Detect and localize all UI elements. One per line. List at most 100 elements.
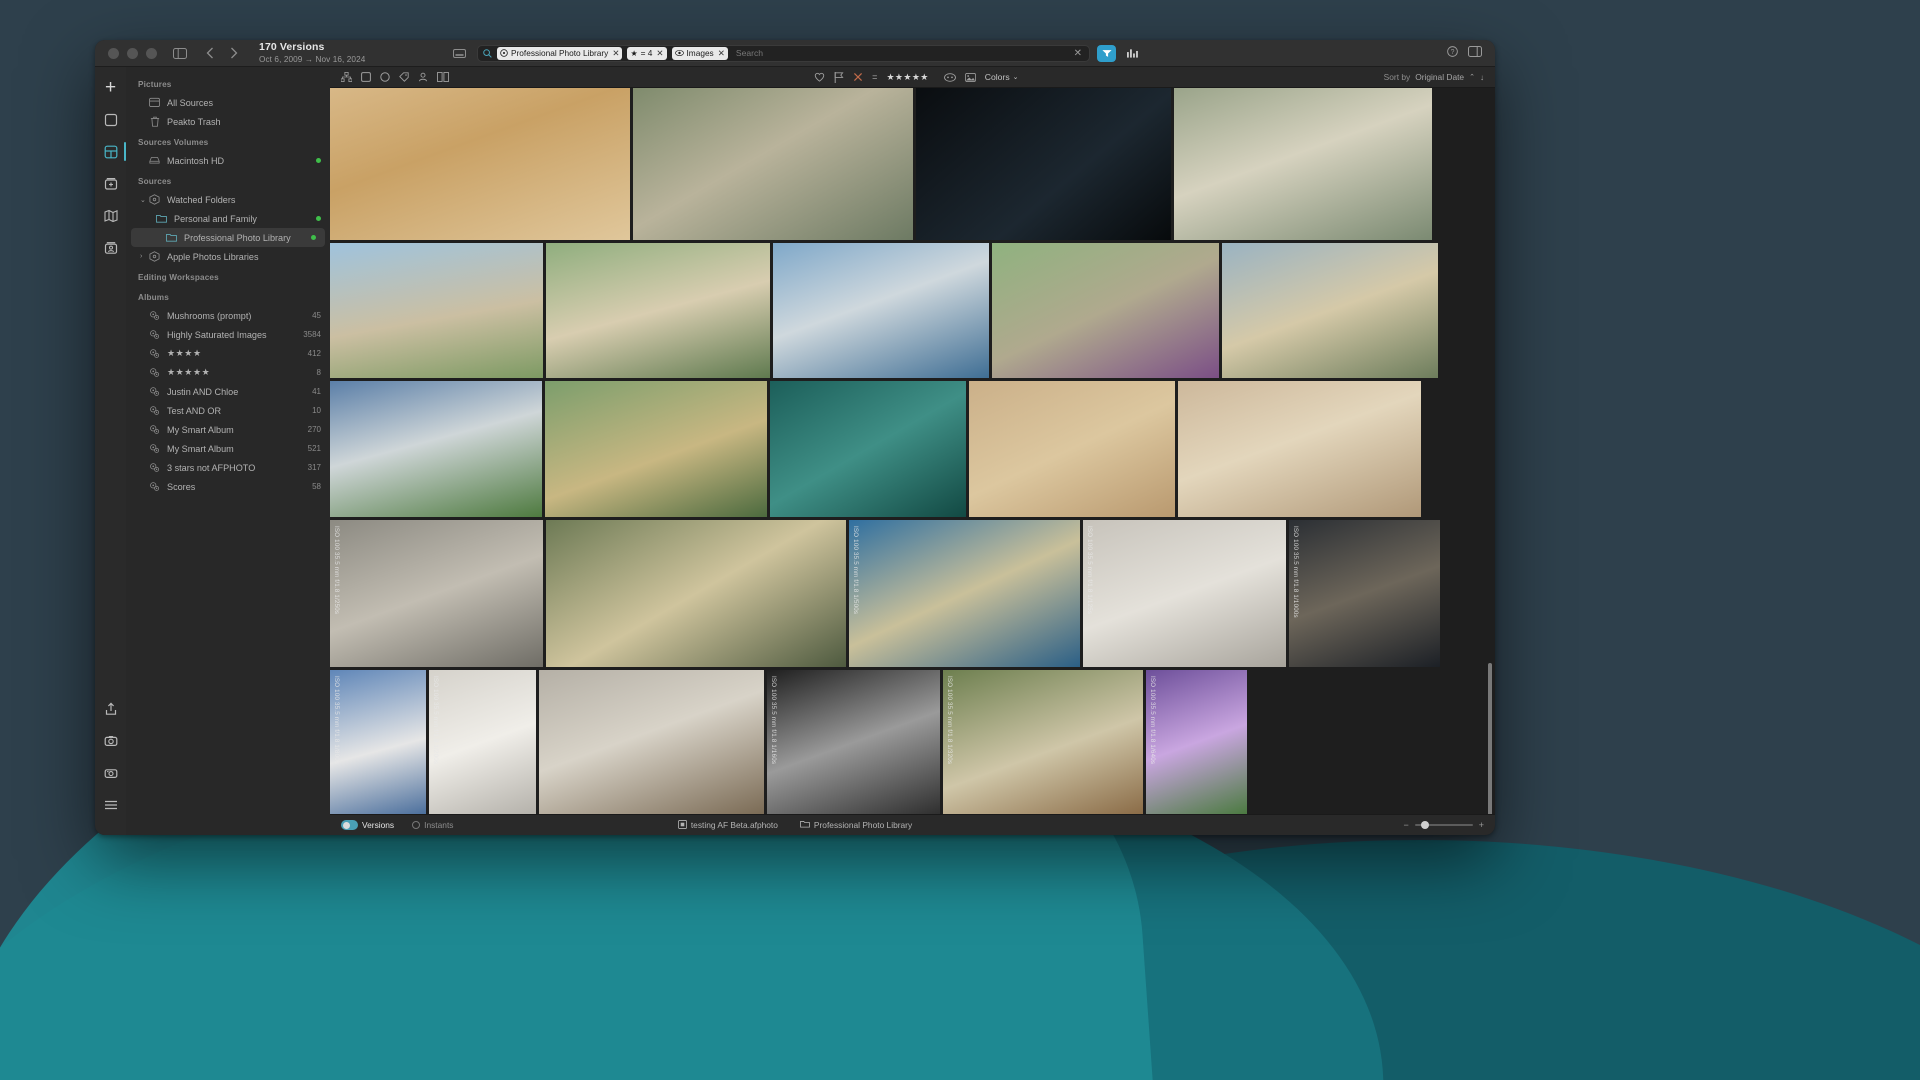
sidebar-item-highly-saturated-images[interactable]: Highly Saturated Images 3584: [126, 325, 330, 344]
search-bar[interactable]: Professional Photo Library ✕ ★ = 4 ✕ Ima…: [477, 44, 1090, 62]
egret-water-photo[interactable]: [633, 88, 913, 240]
heart-icon[interactable]: [814, 72, 825, 82]
sand-writing-photo[interactable]: [969, 381, 1175, 517]
egret-beach-photo[interactable]: ISO 100 35.5 mm f/1.8 1/250s: [330, 520, 543, 667]
minimize-window-button[interactable]: [127, 47, 138, 59]
remove-token-icon[interactable]: ✕: [612, 48, 619, 59]
menu-button[interactable]: [99, 793, 122, 816]
sidebar-item-personal-and-family[interactable]: Personal and Family: [126, 209, 330, 228]
sand-ripples-photo[interactable]: [330, 88, 630, 240]
add-button[interactable]: +: [99, 76, 122, 99]
sidebar-item-watched-folders[interactable]: ⌄ Watched Folders: [126, 190, 330, 209]
church-facade-photo[interactable]: ISO 100 35.5 mm f/1.8 1/800s: [330, 670, 426, 814]
blue-window-photo[interactable]: ISO 100 35.5 mm f/1.8 1/1000s: [1289, 520, 1440, 667]
rating-stars[interactable]: ★★★★★: [886, 72, 928, 83]
square-icon[interactable]: [361, 72, 371, 82]
toggle-sidebar-icon[interactable]: [169, 42, 191, 64]
chevron-updown-icon[interactable]: ⌃: [1469, 73, 1475, 81]
rail-grid-view-button[interactable]: [99, 140, 126, 163]
back-button[interactable]: [199, 42, 221, 64]
sidebar-item-[interactable]: ★★★★★ 8: [126, 363, 330, 382]
sidebar-item-my-smart-album[interactable]: My Smart Album 521: [126, 439, 330, 458]
rail-single-view-button[interactable]: [99, 108, 122, 131]
bw-kitchen-photo[interactable]: ISO 100 35.5 mm f/1.8 1/160s: [767, 670, 940, 814]
thumbnail-size-slider[interactable]: [1414, 821, 1473, 829]
egret-flight-photo[interactable]: [1178, 381, 1421, 517]
search-input[interactable]: Search: [733, 48, 1069, 58]
sidebar-item-apple-photos-libraries[interactable]: › Apple Photos Libraries: [126, 247, 330, 266]
gull-flight-photo[interactable]: [546, 520, 846, 667]
versions-toggle-switch[interactable]: [341, 820, 358, 830]
sidebar[interactable]: Pictures All Sources Peakto Trash Sources V…: [126, 67, 330, 835]
purple-flower-photo[interactable]: ISO 100 35.5 mm f/1.8 1/640s: [1146, 670, 1247, 814]
compare-icon[interactable]: [437, 72, 449, 82]
colors-dropdown[interactable]: Colors ⌄: [985, 72, 1019, 82]
rail-add-album-button[interactable]: [99, 172, 122, 195]
sidebar-item-justin-and-chloe[interactable]: Justin AND Chloe 41: [126, 382, 330, 401]
sidebar-item-3-stars-not-afphoto[interactable]: 3 stars not AFPHOTO 317: [126, 458, 330, 477]
sidebar-item-scores[interactable]: Scores 58: [126, 477, 330, 496]
histogram-button[interactable]: [1123, 45, 1142, 62]
sidebar-item-macintosh-hd[interactable]: Macintosh HD: [126, 151, 330, 170]
tree-view-icon[interactable]: [341, 72, 352, 82]
circle-icon[interactable]: [380, 72, 390, 82]
filter-token-images[interactable]: Images ✕: [671, 46, 728, 60]
sort-direction-icon[interactable]: ↓: [1480, 73, 1484, 82]
grid-scrollbar[interactable]: [1488, 663, 1492, 814]
harbour-boats-photo[interactable]: [773, 243, 989, 378]
help-icon[interactable]: ?: [1447, 44, 1458, 62]
plant-barrel-photo[interactable]: ISO 100 35.5 mm f/1.8 1/320s: [943, 670, 1143, 814]
zoom-out-label[interactable]: −: [1403, 820, 1408, 830]
zoom-in-label[interactable]: +: [1479, 820, 1484, 830]
sidebar-item-test-and-or[interactable]: Test AND OR 10: [126, 401, 330, 420]
chateau-flowers-photo[interactable]: [992, 243, 1219, 378]
sidebar-item-professional-photo-library[interactable]: Professional Photo Library: [131, 228, 325, 247]
chateau-hdr-photo[interactable]: [330, 381, 542, 517]
tag-icon[interactable]: [399, 72, 409, 82]
rail-map-button[interactable]: [99, 204, 122, 227]
filter-token-library[interactable]: Professional Photo Library ✕: [497, 46, 623, 60]
remove-token-icon[interactable]: ✕: [656, 48, 663, 59]
right-panel-icon[interactable]: [1468, 44, 1482, 62]
photo-grid[interactable]: ISO 100 35.5 mm f/1.8 1/250s ISO 100 35.5…: [330, 88, 1495, 814]
tab-versions[interactable]: Versions: [362, 820, 394, 830]
castle-hill-photo[interactable]: [1222, 243, 1438, 378]
image-icon[interactable]: [964, 72, 976, 82]
forward-button[interactable]: [223, 42, 245, 64]
sort-control[interactable]: Sort by Original Date ⌃ ↓: [1384, 72, 1484, 82]
chevron-right-icon[interactable]: ›: [140, 253, 142, 260]
keyboard-icon[interactable]: [448, 42, 470, 64]
clear-search-icon[interactable]: ✕: [1074, 48, 1084, 59]
zoom-control[interactable]: − +: [1403, 820, 1484, 830]
brown-cat-photo[interactable]: [539, 670, 764, 814]
sidebar-item-peakto-trash[interactable]: Peakto Trash: [126, 112, 330, 131]
coastal-path-photo[interactable]: [330, 243, 543, 378]
sidebar-item-all-sources[interactable]: All Sources: [126, 93, 330, 112]
sync-photos-button[interactable]: [99, 729, 122, 752]
chevron-down-icon[interactable]: ⌄: [140, 196, 146, 204]
camera-import-button[interactable]: [99, 761, 122, 784]
chateau-lake-photo[interactable]: [545, 381, 767, 517]
plant-stoop-photo[interactable]: ISO 100 35.5 mm f/1.8 1/200s: [429, 670, 536, 814]
sidebar-item-[interactable]: ★★★★ 412: [126, 344, 330, 363]
white-doors-cat-photo[interactable]: ISO 100 35.5 mm f/1.8 1/125s: [1083, 520, 1286, 667]
mountain-goat-photo[interactable]: [1174, 88, 1432, 240]
agave-mosaic-photo[interactable]: ISO 100 35.5 mm f/1.8 1/500s: [849, 520, 1080, 667]
maximize-window-button[interactable]: [146, 47, 157, 59]
egret-dark-photo[interactable]: [916, 88, 1171, 240]
traffic-lights[interactable]: [95, 47, 157, 59]
stone-bridge-photo[interactable]: [546, 243, 770, 378]
reject-icon[interactable]: [853, 72, 863, 82]
rail-people-button[interactable]: [99, 236, 122, 259]
mask-icon[interactable]: [943, 72, 956, 82]
flag-icon[interactable]: [834, 71, 844, 83]
instants-radio[interactable]: [412, 821, 421, 829]
close-window-button[interactable]: [108, 47, 119, 59]
filter-token-rating[interactable]: ★ = 4 ✕: [627, 46, 667, 60]
tab-instants[interactable]: Instants: [424, 820, 453, 830]
person-icon[interactable]: [418, 72, 428, 82]
egret-teal-photo[interactable]: [770, 381, 966, 517]
remove-token-icon[interactable]: ✕: [718, 48, 725, 59]
filter-button[interactable]: [1097, 44, 1116, 62]
export-button[interactable]: [99, 697, 122, 720]
